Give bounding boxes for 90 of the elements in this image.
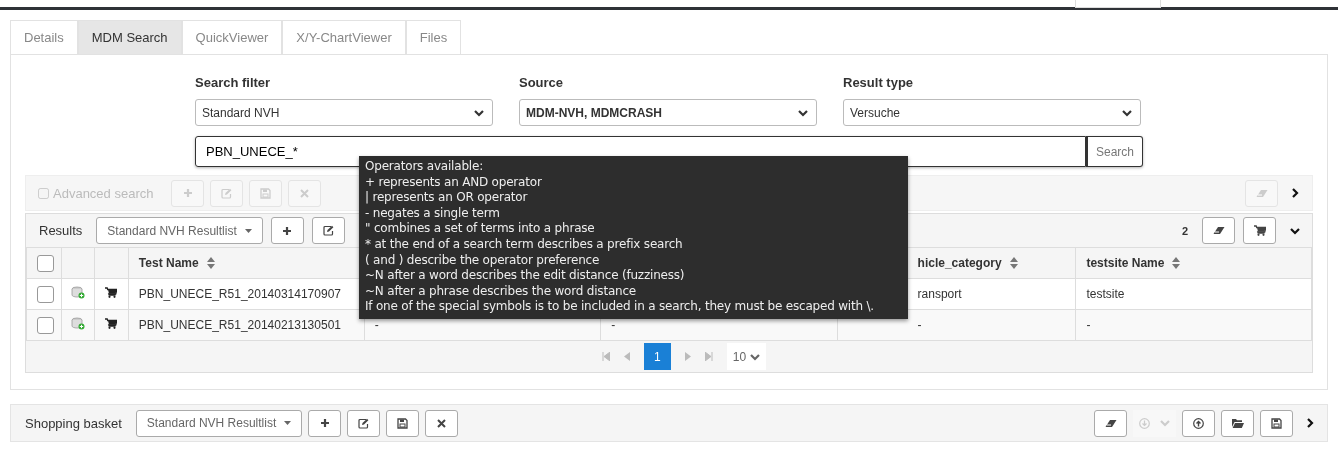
download-icon bbox=[1139, 417, 1150, 429]
field-label: Search filter bbox=[195, 75, 271, 90]
tooltip-line: ~N after a phrase describes the word distance bbox=[365, 283, 638, 300]
result-count: 2 bbox=[1181, 224, 1188, 237]
save-icon bbox=[1271, 417, 1282, 429]
delete-button[interactable] bbox=[425, 409, 459, 437]
tooltip-line: ~N after a word describes the edit distance (fuzziness) bbox=[365, 268, 686, 284]
tooltip-line: * at the end of a search term describes a prefix search bbox=[365, 236, 684, 253]
cart-icon bbox=[105, 318, 118, 329]
dropdown[interactable]: MDM-NVH, MDMCRASH bbox=[519, 99, 817, 126]
save-icon bbox=[397, 417, 409, 429]
caret-icon bbox=[284, 421, 292, 425]
tooltip-line: If one of the special symbols is to be included in a search, they must be escaped with \. bbox=[365, 299, 875, 315]
chevron-down-icon bbox=[750, 351, 761, 362]
close-icon bbox=[437, 418, 447, 428]
caret-icon bbox=[244, 228, 252, 233]
eraser-icon bbox=[1212, 226, 1225, 235]
tooltip-line: - negates a single term bbox=[365, 205, 501, 222]
tab[interactable]: X/Y-ChartViewer bbox=[282, 20, 406, 54]
select-all-checkbox[interactable] bbox=[37, 254, 54, 272]
eraser-icon bbox=[1104, 418, 1117, 428]
edit-button[interactable] bbox=[311, 217, 345, 244]
tooltip-line: | represents an OR operator bbox=[365, 190, 529, 206]
edit-button[interactable] bbox=[347, 409, 381, 437]
column-header[interactable]: testsite Name bbox=[1086, 256, 1165, 270]
tooltip-line: + represents an AND operator bbox=[365, 174, 543, 191]
sort-icon[interactable] bbox=[1009, 257, 1018, 269]
edit-icon bbox=[322, 225, 334, 236]
chevron-right-icon bbox=[1290, 188, 1300, 198]
sort-icon[interactable] bbox=[1172, 257, 1181, 269]
add-button[interactable] bbox=[308, 409, 342, 437]
eraser-icon bbox=[1255, 188, 1268, 198]
plus-icon bbox=[319, 418, 330, 428]
column-header[interactable]: Test Name bbox=[138, 256, 199, 270]
tooltip-line: " combines a set of terms into a phrase bbox=[365, 221, 596, 237]
save-icon bbox=[260, 187, 272, 199]
clear-button[interactable] bbox=[1202, 217, 1235, 244]
plus-icon bbox=[182, 188, 193, 198]
chevron-down-icon bbox=[1160, 418, 1170, 428]
chevron-down-icon bbox=[1290, 225, 1300, 236]
close-icon bbox=[300, 188, 310, 198]
page-size-dropdown[interactable]: 10 bbox=[726, 343, 767, 370]
database-add-icon[interactable] bbox=[70, 317, 85, 330]
field-label: Source bbox=[519, 75, 564, 90]
resultlist-dropdown[interactable]: Standard NVH Resultlist bbox=[135, 409, 303, 437]
cart-icon bbox=[105, 287, 118, 298]
clear-button[interactable] bbox=[1094, 409, 1127, 437]
table-cell: - bbox=[611, 318, 616, 332]
resultlist-dropdown[interactable]: Standard NVH Resultlist bbox=[96, 217, 263, 244]
page-button[interactable]: 1 bbox=[643, 343, 671, 370]
row-checkbox[interactable] bbox=[37, 285, 54, 303]
edit-icon bbox=[358, 417, 370, 429]
open-button[interactable] bbox=[1221, 409, 1254, 437]
edit-icon bbox=[221, 187, 233, 199]
sort-icon[interactable] bbox=[206, 257, 215, 269]
tab[interactable]: QuickViewer bbox=[181, 20, 283, 54]
table-cell: ransport bbox=[917, 287, 962, 301]
table-cell: PBN_UNECE_R51_20140213130501 bbox=[138, 318, 341, 332]
table-cell: - bbox=[374, 318, 379, 332]
dropdown[interactable]: Versuche bbox=[843, 99, 1141, 126]
add-button[interactable] bbox=[270, 217, 304, 244]
table-cell: - bbox=[1086, 318, 1091, 332]
table-cell: testsite bbox=[1086, 287, 1125, 301]
tab[interactable]: Files bbox=[405, 20, 462, 54]
table-cell: - bbox=[917, 318, 922, 332]
column-header[interactable]: hicle_category bbox=[917, 256, 1002, 270]
tab[interactable]: Details bbox=[10, 20, 78, 54]
database-add-icon[interactable] bbox=[70, 286, 85, 299]
plus-icon bbox=[282, 225, 293, 236]
row-checkbox[interactable] bbox=[37, 316, 54, 334]
save-button[interactable] bbox=[386, 409, 420, 437]
checkbox-label: Advanced search bbox=[53, 185, 154, 201]
results-title: Results bbox=[39, 223, 83, 238]
basket-title: Shopping basket bbox=[25, 415, 122, 431]
add-to-basket-button[interactable] bbox=[1243, 217, 1276, 244]
upload-icon bbox=[1193, 417, 1204, 429]
chevron-down-icon bbox=[474, 107, 484, 118]
chevron-right-icon bbox=[1305, 418, 1315, 428]
tab[interactable]: MDM Search bbox=[77, 20, 182, 54]
chevron-down-icon bbox=[798, 107, 808, 118]
folder-icon bbox=[1231, 418, 1244, 428]
chevron-down-icon bbox=[1122, 107, 1132, 118]
search-button[interactable]: Search bbox=[1085, 136, 1143, 167]
tooltip-line: ( and ) describe the operator preference bbox=[365, 252, 601, 269]
table-cell: PBN_UNECE_R51_20140314170907 bbox=[138, 287, 341, 301]
save-button[interactable] bbox=[1260, 409, 1293, 437]
field-label: Result type bbox=[843, 75, 914, 90]
cart-icon bbox=[1253, 225, 1266, 236]
upload-button[interactable] bbox=[1182, 409, 1215, 437]
dropdown[interactable]: Standard NVH bbox=[195, 99, 493, 126]
